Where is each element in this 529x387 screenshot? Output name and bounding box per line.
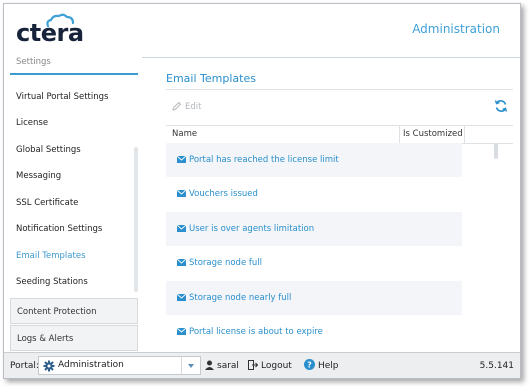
sidebar-group-logs-alerts[interactable]: Logs & Alerts [10,325,138,351]
template-name[interactable]: User is over agents limitation [189,224,314,234]
header: ctera Administration [4,4,520,58]
table-row[interactable]: Storage node nearly full [166,281,462,315]
logo-text: ctera [16,19,84,47]
table-row[interactable]: Storage node full [166,246,462,280]
table-row[interactable]: Portal license is about to expire [166,315,462,349]
chevron-down-icon [188,364,194,368]
portal-select[interactable]: Administration [38,356,201,375]
logout-label: Logout [261,361,292,371]
pencil-icon [172,101,182,111]
sidebar-item-messaging[interactable]: Messaging [10,163,138,189]
sidebar-group-content-protection[interactable]: Content Protection [10,298,138,324]
table-row[interactable]: Vouchers issued [166,177,462,211]
sidebar-item-settings[interactable]: Settings [10,55,138,75]
edit-label: Edit [185,102,202,112]
sidebar-item-seeding-stations[interactable]: Seeding Stations [10,269,138,295]
edit-button[interactable]: Edit [172,101,201,112]
table-header: Name Is Customized [166,125,513,144]
portal-label: Portal: [10,361,39,371]
refresh-icon[interactable] [494,99,508,113]
template-list: Portal has reached the license limit Vou… [166,143,513,351]
template-name[interactable]: Storage node full [189,258,262,268]
sidebar-item-virtual-portal-settings[interactable]: Virtual Portal Settings [10,84,138,110]
sidebar-item-license[interactable]: License [10,110,138,136]
table-scrollbar[interactable] [494,143,498,159]
envelope-icon [177,259,186,266]
template-name[interactable]: Portal has reached the license limit [189,155,339,165]
envelope-icon [177,294,186,301]
sidebar-item-notification-settings[interactable]: Notification Settings [10,216,138,242]
column-header-name[interactable]: Name [172,126,197,143]
user-icon [205,360,214,370]
current-user: saral [205,353,239,378]
user-name: saral [217,361,239,371]
help-icon: ? [304,359,315,370]
sidebar: Settings Virtual Portal Settings License… [4,57,142,352]
envelope-icon [177,225,186,232]
logout-button[interactable]: Logout [248,353,292,378]
column-header-is-customized[interactable]: Is Customized [403,126,463,143]
portal-select-value: Administration [58,360,124,370]
envelope-icon [177,328,186,335]
title-divider [166,89,513,90]
ctera-logo: ctera [16,13,86,51]
envelope-icon [177,190,186,197]
main-content: Email Templates Edit Name Is Customized … [154,57,520,352]
template-name[interactable]: Storage node nearly full [189,293,291,303]
column-divider [464,126,465,143]
help-label: Help [318,361,339,371]
column-divider [399,126,400,143]
template-name[interactable]: Vouchers issued [189,189,258,199]
help-button[interactable]: ? Help [304,353,339,378]
gear-icon [43,360,55,372]
table-row[interactable]: User is over agents limitation [166,212,462,246]
dropdown-toggle[interactable] [181,357,200,374]
sidebar-scrollbar[interactable] [134,147,138,292]
sidebar-item-ssl-certificate[interactable]: SSL Certificate [10,190,138,216]
app-window: ctera Administration Settings Virtual Po… [3,3,521,379]
footer-bar: Portal: Administration saral Logout ? He… [4,352,520,378]
envelope-icon [177,156,186,163]
logout-icon [248,360,258,370]
sidebar-item-global-settings[interactable]: Global Settings [10,137,138,163]
section-title: Email Templates [166,72,256,85]
template-name[interactable]: Portal license is about to expire [189,327,323,337]
page-title: Administration [412,22,500,36]
version-label: 5.5.141 [479,361,514,371]
svg-text:?: ? [307,360,312,369]
table-row[interactable]: Portal has reached the license limit [166,143,462,177]
sidebar-item-email-templates[interactable]: Email Templates [10,243,138,269]
